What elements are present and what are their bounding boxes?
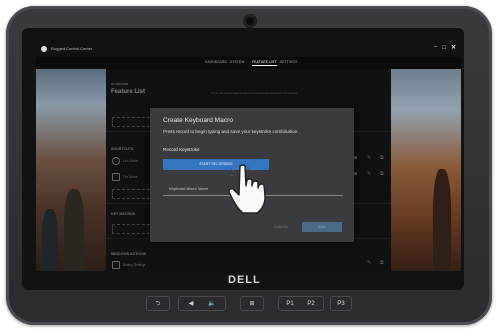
p1-button[interactable]: P1 bbox=[281, 299, 299, 309]
cancel-button[interactable]: CANCEL bbox=[274, 225, 289, 229]
title-bar: Rugged Control Center – ☐ ✕ bbox=[36, 41, 461, 57]
dialog-subtitle: Press record to begin typing and save yo… bbox=[163, 129, 299, 134]
tree-shape bbox=[433, 169, 451, 271]
tab-feature-list[interactable]: FEATURE LIST bbox=[252, 60, 277, 66]
volume-down-icon[interactable]: ◀ bbox=[182, 299, 200, 309]
volume-up-icon[interactable]: 🔈 bbox=[203, 299, 221, 309]
back-icon[interactable]: ⮌ bbox=[150, 299, 166, 309]
tab-system[interactable]: SYSTEM bbox=[230, 60, 244, 64]
camera-icon bbox=[243, 14, 257, 28]
add-button[interactable]: ADD bbox=[302, 222, 342, 232]
tab-dashboard[interactable]: DASHBOARD bbox=[205, 60, 227, 64]
dialog-title: Create Keyboard Macro bbox=[163, 117, 234, 124]
maximize-icon[interactable]: ☐ bbox=[442, 45, 446, 51]
background-photo-right bbox=[391, 69, 461, 271]
tree-shape bbox=[42, 209, 58, 271]
minimize-icon[interactable]: – bbox=[434, 44, 437, 50]
brand-logo: DELL bbox=[228, 274, 261, 286]
tab-settings[interactable]: SETTINGS bbox=[280, 60, 298, 64]
record-keystroke-label: Record Keystroke bbox=[163, 147, 200, 152]
p2-button[interactable]: P2 bbox=[302, 299, 320, 309]
background-photo-left bbox=[36, 69, 106, 271]
windows-icon[interactable]: ⊞ bbox=[244, 299, 260, 309]
nav-bar: DASHBOARD SYSTEM FEATURE LIST SETTINGS bbox=[36, 57, 461, 69]
tree-shape bbox=[64, 189, 84, 271]
dell-logo-icon bbox=[41, 46, 47, 52]
p3-button[interactable]: P3 bbox=[333, 299, 349, 309]
touch-hand-icon bbox=[228, 164, 266, 214]
app-title: Rugged Control Center bbox=[51, 46, 93, 51]
close-icon[interactable]: ✕ bbox=[451, 44, 456, 51]
